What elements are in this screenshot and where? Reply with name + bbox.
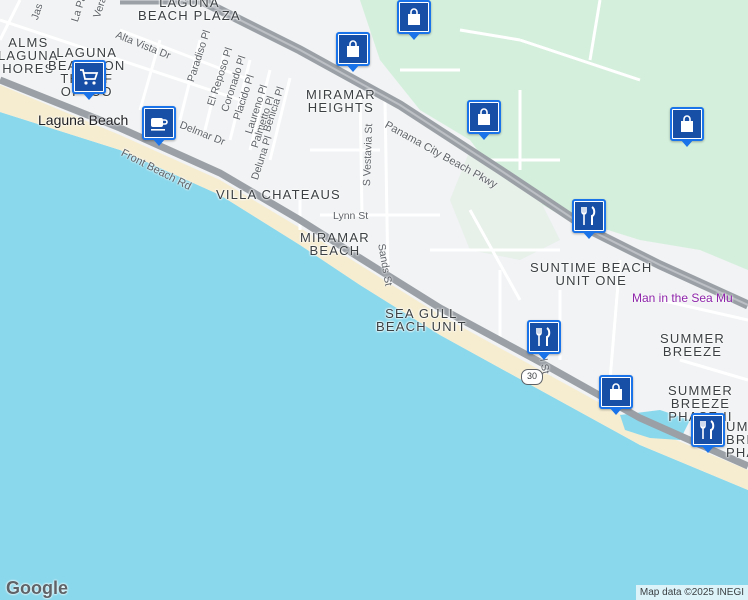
poi-shopping-bag-1[interactable] [397, 0, 431, 40]
poi-restaurant-2[interactable] [527, 320, 561, 360]
area-laguna-beach-plaza: LAGUNA BEACH PLAZA [138, 0, 241, 23]
shopping-bag-icon [347, 40, 359, 57]
poi-shopping-bag-3[interactable] [467, 100, 501, 140]
poi-restaurant-3[interactable] [691, 413, 725, 453]
map-canvas[interactable]: LAGUNA BEACH PLAZA ALMS LAGUNA HORES LAGUNA… [0, 0, 748, 600]
area-summer-breeze: SUMMER BREEZE [660, 331, 725, 359]
shopping-bag-icon [681, 115, 693, 132]
museum-label[interactable]: Man in the Sea Mu [632, 291, 733, 305]
poi-shopping-bag-5[interactable] [599, 375, 633, 415]
google-logo[interactable]: Google [6, 578, 68, 599]
poi-shopping-bag-2[interactable] [336, 32, 370, 72]
map-attribution[interactable]: Map data ©2025 INEGI [635, 585, 748, 600]
city-laguna-beach[interactable]: Laguna Beach [38, 113, 128, 127]
area-suntime-beach-unit-one: SUNTIME BEACH UNIT ONE [530, 260, 653, 288]
area-miramar-beach: MIRAMAR BEACH [300, 230, 370, 258]
area-summer-breeze-phase-partial: UMBREPHA [726, 419, 748, 460]
shopping-bag-icon [478, 108, 490, 125]
area-sea-gull-beach-unit: SEA GULL BEACH UNIT [376, 306, 467, 334]
street-s-vestavia-st: S Vestavia St [361, 123, 376, 187]
fork-knife-icon [536, 327, 551, 346]
poi-shopping-cart-1[interactable] [72, 60, 106, 100]
area-miramar-heights: MIRAMAR HEIGHTS [306, 87, 376, 115]
poi-coffee-1[interactable] [142, 106, 176, 146]
shopping-bag-icon [408, 8, 420, 25]
shopping-cart-icon [80, 69, 99, 85]
poi-restaurant-1[interactable] [572, 199, 606, 239]
fork-knife-icon [700, 420, 715, 439]
shopping-bag-icon [610, 383, 622, 400]
coffee-cup-icon [151, 118, 168, 131]
area-villa-chateaus: VILLA CHATEAUS [216, 187, 341, 202]
poi-shopping-bag-4[interactable] [670, 107, 704, 147]
route-30-shield: 30 [521, 369, 543, 385]
street-lynn-st: Lynn St [333, 210, 369, 222]
fork-knife-icon [581, 206, 596, 225]
